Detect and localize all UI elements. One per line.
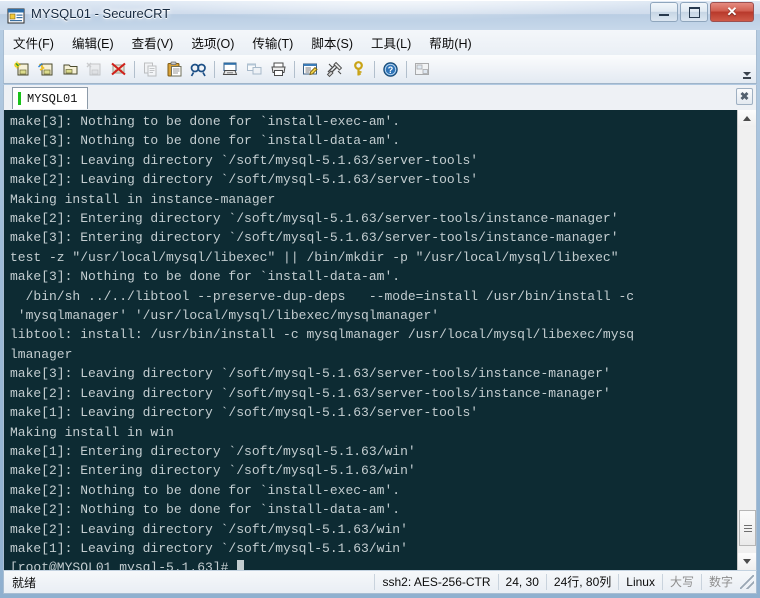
terminal-line: Making install in instance-manager (10, 191, 276, 207)
menu-script[interactable]: 脚本(S) (302, 30, 362, 55)
tab-strip: MYSQL01 ✖ (3, 85, 757, 110)
separator-2 (214, 60, 215, 78)
window-title: MYSQL01 - SecureCRT (31, 6, 171, 21)
tab-label: MYSQL01 (27, 91, 78, 106)
minimize-button[interactable] (650, 2, 678, 22)
terminal-line: make[2]: Entering directory `/soft/mysql… (10, 211, 619, 227)
separator-1 (134, 60, 135, 78)
terminal-cursor (236, 560, 245, 570)
overflow-bar-icon (742, 77, 751, 79)
terminal-line: make[3]: Nothing to be done for `install… (10, 133, 401, 149)
print-icon[interactable] (267, 58, 289, 80)
triangle-up-icon (743, 116, 751, 121)
find-icon[interactable] (187, 58, 209, 80)
new-session-icon[interactable] (11, 58, 33, 80)
terminal-line: make[3]: Leaving directory `/soft/mysql-… (10, 366, 611, 382)
tab-mysql01[interactable]: MYSQL01 (12, 87, 89, 109)
chevron-down-icon (742, 72, 751, 76)
terminal-line: test -z "/usr/local/mysql/libexec" || /b… (10, 249, 619, 265)
menu-edit[interactable]: 编辑(E) (63, 30, 123, 55)
terminal-line: make[1]: Leaving directory `/soft/mysql-… (10, 405, 479, 421)
scroll-up-button[interactable] (738, 110, 756, 127)
scrollbar-thumb[interactable] (739, 510, 756, 546)
scroll-down-button[interactable] (738, 553, 756, 570)
svg-text:?: ? (387, 65, 393, 75)
terminal-line: make[1]: Leaving directory `/soft/mysql-… (10, 540, 408, 556)
menu-file[interactable]: 文件(F) (4, 30, 63, 55)
tile-windows-icon[interactable] (411, 58, 433, 80)
terminal-line: make[2]: Nothing to be done for `install… (10, 482, 401, 498)
grip-icon (743, 524, 752, 532)
title-bar[interactable]: MYSQL01 - SecureCRT ✕ (0, 0, 760, 31)
terminal-line: 'mysqlmanager' '/usr/local/mysql/libexec… (10, 308, 440, 324)
status-cipher: ssh2: AES-256-CTR (374, 574, 497, 590)
print-screen-icon[interactable] (219, 58, 241, 80)
status-num: 数字 (700, 574, 740, 590)
toolbar: ? (3, 55, 757, 84)
menu-tools[interactable]: 工具(L) (362, 30, 420, 55)
paste-icon[interactable] (163, 58, 185, 80)
toolbar-overflow-button[interactable] (741, 60, 752, 79)
terminal-line: libtool: install: /usr/bin/install -c my… (10, 327, 635, 343)
terminal-line: make[3]: Entering directory `/soft/mysql… (10, 230, 619, 246)
status-ready: 就绪 (12, 575, 37, 590)
terminal-line: make[3]: Nothing to be done for `install… (10, 269, 401, 285)
terminal-line: make[3]: Leaving directory `/soft/mysql-… (10, 152, 479, 168)
menu-options[interactable]: 选项(O) (182, 30, 243, 55)
status-bar: 就绪 ssh2: AES-256-CTR 24, 30 24行, 80列 Lin… (3, 570, 757, 594)
maximize-icon (681, 3, 707, 21)
key-icon[interactable] (347, 58, 369, 80)
menu-view[interactable]: 查看(V) (123, 30, 183, 55)
terminal-line: make[2]: Leaving directory `/soft/mysql-… (10, 385, 611, 401)
close-icon: ✕ (726, 4, 738, 19)
connection-status-icon (18, 92, 21, 105)
securecrt-window: MYSQL01 - SecureCRT ✕ 文件(F) 编辑(E) 查看(V) … (0, 0, 760, 598)
securecrt-icon (7, 8, 25, 24)
global-options-icon[interactable] (323, 58, 345, 80)
terminal-area: make[3]: Nothing to be done for `install… (3, 110, 757, 570)
terminal-line: make[2]: Leaving directory `/soft/mysql-… (10, 521, 408, 537)
disconnect-icon[interactable] (107, 58, 129, 80)
status-caps: 大写 (661, 574, 701, 590)
terminal-output[interactable]: make[3]: Nothing to be done for `install… (4, 110, 738, 570)
terminal-line: lmanager (10, 346, 73, 362)
terminal-prompt-line: [root@MYSQL01 mysql-5.1.63]# (10, 560, 237, 570)
resize-grip-icon[interactable] (740, 575, 754, 589)
reconnect-icon[interactable] (83, 58, 105, 80)
terminal-line: make[2]: Nothing to be done for `install… (10, 502, 401, 518)
triangle-down-icon (743, 559, 751, 564)
menu-help[interactable]: 帮助(H) (420, 30, 480, 55)
separator-3 (294, 60, 295, 78)
terminal-line: make[3]: Nothing to be done for `install… (10, 114, 401, 129)
status-emulation: Linux (618, 574, 662, 590)
connect-sftp-icon[interactable] (59, 58, 81, 80)
maximize-button[interactable] (680, 2, 708, 22)
status-dimensions: 24行, 80列 (545, 574, 618, 590)
close-button[interactable]: ✕ (710, 2, 754, 22)
terminal-scrollbar[interactable] (737, 110, 756, 570)
terminal-line: /bin/sh ../../libtool --preserve-dup-dep… (10, 288, 635, 304)
terminal-line: make[2]: Leaving directory `/soft/mysql-… (10, 172, 479, 188)
copy-icon[interactable] (139, 58, 161, 80)
separator-5 (406, 60, 407, 78)
status-cursor: 24, 30 (497, 574, 546, 590)
minimize-icon (651, 3, 677, 21)
terminal-line: make[1]: Entering directory `/soft/mysql… (10, 443, 416, 459)
terminal-line: make[2]: Entering directory `/soft/mysql… (10, 463, 416, 479)
menu-bar: 文件(F) 编辑(E) 查看(V) 选项(O) 传输(T) 脚本(S) 工具(L… (3, 30, 757, 55)
terminal-line: Making install in win (10, 424, 174, 440)
separator-4 (374, 60, 375, 78)
menu-transfer[interactable]: 传输(T) (243, 30, 302, 55)
help-icon[interactable]: ? (379, 58, 401, 80)
log-session-icon[interactable] (243, 58, 265, 80)
quick-connect-icon[interactable] (35, 58, 57, 80)
session-options-icon[interactable] (299, 58, 321, 80)
tab-close-button[interactable]: ✖ (736, 88, 753, 105)
